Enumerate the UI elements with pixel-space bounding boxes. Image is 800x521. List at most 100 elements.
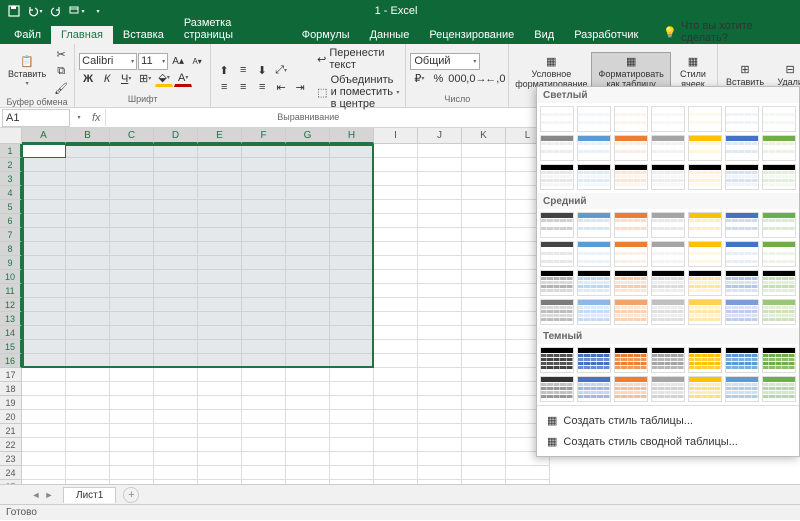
cell[interactable]	[198, 242, 242, 256]
table-style-option[interactable]	[762, 376, 796, 402]
table-style-option[interactable]	[651, 376, 685, 402]
cell[interactable]	[374, 270, 418, 284]
cell[interactable]	[22, 382, 66, 396]
cell[interactable]	[110, 242, 154, 256]
fill-color-button[interactable]: ⬙▾	[155, 71, 173, 87]
cell[interactable]	[462, 340, 506, 354]
cell[interactable]	[462, 200, 506, 214]
cell[interactable]	[418, 144, 462, 158]
cell[interactable]	[198, 172, 242, 186]
cell[interactable]	[374, 340, 418, 354]
table-style-option[interactable]	[577, 376, 611, 402]
cell[interactable]	[330, 312, 374, 326]
cell[interactable]	[22, 242, 66, 256]
cell[interactable]	[110, 382, 154, 396]
cell[interactable]	[462, 354, 506, 368]
cell[interactable]	[330, 172, 374, 186]
table-style-option[interactable]	[651, 270, 685, 296]
cell[interactable]	[66, 242, 110, 256]
cell[interactable]	[22, 228, 66, 242]
cell[interactable]	[418, 172, 462, 186]
tab-layout[interactable]: Разметка страницы	[174, 14, 292, 44]
cell[interactable]	[110, 452, 154, 466]
cell[interactable]	[462, 466, 506, 480]
cell[interactable]	[418, 382, 462, 396]
table-style-option[interactable]	[651, 135, 685, 161]
table-style-option[interactable]	[725, 347, 759, 373]
cell[interactable]	[286, 368, 330, 382]
cell[interactable]	[110, 466, 154, 480]
add-sheet-button[interactable]: +	[123, 487, 139, 503]
row-header[interactable]: 1	[0, 144, 22, 158]
cell[interactable]	[198, 466, 242, 480]
merge-center-button[interactable]: ⬚Объединить и поместить в центре▾	[315, 73, 401, 111]
cell[interactable]	[242, 256, 286, 270]
cell[interactable]	[242, 172, 286, 186]
cell[interactable]	[242, 270, 286, 284]
cell[interactable]	[198, 354, 242, 368]
cell[interactable]	[330, 256, 374, 270]
cell[interactable]	[198, 200, 242, 214]
row-header[interactable]: 12	[0, 298, 22, 312]
cell[interactable]	[198, 228, 242, 242]
cell[interactable]	[22, 438, 66, 452]
cell[interactable]	[198, 214, 242, 228]
table-style-option[interactable]	[725, 299, 759, 325]
cell[interactable]	[330, 382, 374, 396]
cell[interactable]	[22, 396, 66, 410]
cell[interactable]	[66, 284, 110, 298]
row-header[interactable]: 19	[0, 396, 22, 410]
cell[interactable]	[66, 298, 110, 312]
row-header[interactable]: 23	[0, 452, 22, 466]
comma-button[interactable]: 000	[448, 71, 466, 87]
cell[interactable]	[198, 284, 242, 298]
cell[interactable]	[66, 158, 110, 172]
cell[interactable]	[22, 452, 66, 466]
cell[interactable]	[198, 438, 242, 452]
cell[interactable]	[374, 368, 418, 382]
cell[interactable]	[462, 144, 506, 158]
cell[interactable]	[374, 186, 418, 200]
cell[interactable]	[330, 368, 374, 382]
cell[interactable]	[242, 200, 286, 214]
cell[interactable]	[198, 186, 242, 200]
tab-home[interactable]: Главная	[51, 26, 113, 44]
table-style-option[interactable]	[614, 299, 648, 325]
row-header[interactable]: 8	[0, 242, 22, 256]
cell[interactable]	[418, 326, 462, 340]
cell[interactable]	[374, 438, 418, 452]
align-left-button[interactable]: ≡	[215, 79, 233, 95]
cell[interactable]	[374, 396, 418, 410]
row-header[interactable]: 5	[0, 200, 22, 214]
column-header[interactable]: G	[286, 128, 330, 144]
cell[interactable]	[198, 298, 242, 312]
cell[interactable]	[374, 172, 418, 186]
paste-button[interactable]: 📋 Вставить ▾	[4, 53, 50, 89]
cell[interactable]	[242, 312, 286, 326]
row-header[interactable]: 2	[0, 158, 22, 172]
tab-view[interactable]: Вид	[524, 26, 564, 44]
indent-inc-button[interactable]: ⇥	[291, 79, 309, 95]
table-style-option[interactable]	[651, 299, 685, 325]
font-color-button[interactable]: A▾	[174, 71, 192, 87]
column-header[interactable]: E	[198, 128, 242, 144]
new-table-style-button[interactable]: ▦Создать стиль таблицы...	[537, 410, 799, 431]
cell[interactable]	[418, 256, 462, 270]
inc-decimal-button[interactable]: ,0→	[467, 71, 485, 87]
table-style-option[interactable]	[688, 299, 722, 325]
table-style-option[interactable]	[577, 135, 611, 161]
row-header[interactable]: 3	[0, 172, 22, 186]
cell[interactable]	[110, 228, 154, 242]
cell[interactable]	[198, 158, 242, 172]
column-header[interactable]: H	[330, 128, 374, 144]
cell[interactable]	[110, 284, 154, 298]
cell[interactable]	[330, 340, 374, 354]
cell[interactable]	[462, 368, 506, 382]
cell[interactable]	[286, 466, 330, 480]
cell[interactable]	[330, 186, 374, 200]
cell[interactable]	[418, 242, 462, 256]
cell[interactable]	[110, 200, 154, 214]
cell[interactable]	[330, 200, 374, 214]
table-style-option[interactable]	[725, 376, 759, 402]
cell[interactable]	[66, 368, 110, 382]
